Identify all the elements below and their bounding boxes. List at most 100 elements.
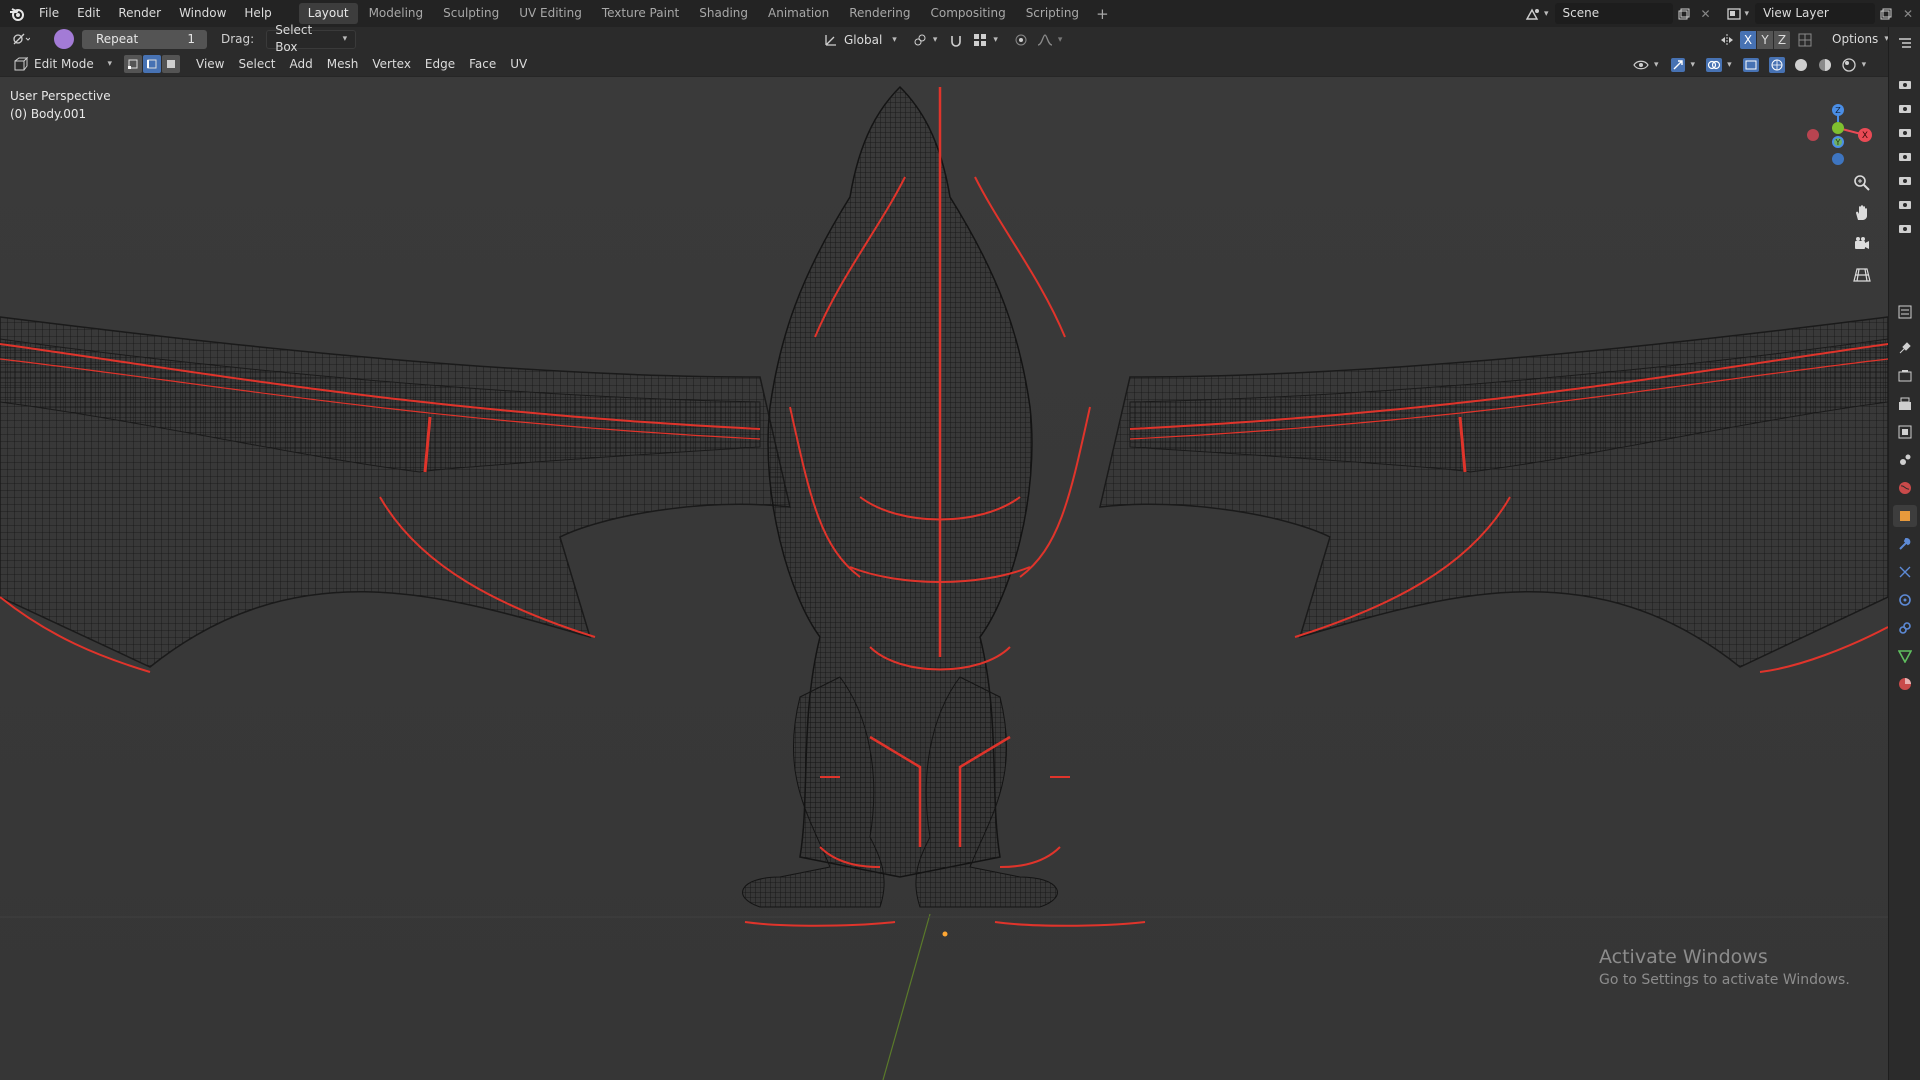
menu-file[interactable]: File: [30, 0, 68, 27]
chevron-down-icon[interactable]: ▾: [1862, 60, 1867, 70]
pan-hand-icon[interactable]: [1848, 199, 1876, 227]
menu-uv[interactable]: UV: [503, 51, 534, 77]
tab-rendering[interactable]: Rendering: [840, 3, 919, 24]
menu-edit[interactable]: Edit: [68, 0, 109, 27]
tab-sculpting[interactable]: Sculpting: [434, 3, 508, 24]
3d-viewport[interactable]: User Perspective (0) Body.001 Z X Y Acti…: [0, 77, 1888, 1080]
gizmo-toggle-icon[interactable]: [1667, 54, 1689, 75]
copy-scene-icon[interactable]: [1673, 3, 1695, 24]
gizmo-x-negative[interactable]: [1807, 129, 1819, 141]
scene-icon[interactable]: [1522, 3, 1544, 24]
topology-mirror-icon[interactable]: [1794, 29, 1816, 50]
overlays-icon[interactable]: [1703, 54, 1725, 75]
edge-select-icon[interactable]: [143, 54, 161, 73]
tab-scripting[interactable]: Scripting: [1017, 3, 1088, 24]
copy-view-layer-icon[interactable]: [1875, 3, 1897, 24]
falloff-icon[interactable]: [1034, 29, 1056, 50]
add-workspace-button[interactable]: +: [1090, 5, 1115, 23]
menu-edge[interactable]: Edge: [418, 51, 462, 77]
menu-mesh[interactable]: Mesh: [320, 51, 366, 77]
output-properties-icon[interactable]: [1893, 393, 1917, 415]
pivot-icon[interactable]: [909, 29, 931, 50]
menu-select[interactable]: Select: [231, 51, 282, 77]
camera-view-icon[interactable]: [1848, 230, 1876, 258]
blender-logo-icon[interactable]: [4, 0, 30, 27]
view-layer-icon[interactable]: [1723, 3, 1745, 24]
gizmo-y-positive[interactable]: [1832, 122, 1844, 134]
zoom-icon[interactable]: [1848, 169, 1876, 197]
face-select-icon[interactable]: [162, 54, 180, 73]
render-camera-icon-1[interactable]: [1893, 73, 1917, 95]
outliner-editor-icon[interactable]: [1893, 33, 1917, 55]
menu-face[interactable]: Face: [462, 51, 503, 77]
chevron-down-icon[interactable]: ▾: [892, 35, 897, 45]
options-dropdown[interactable]: Options ▾: [1824, 30, 1889, 49]
tab-uv-editing[interactable]: UV Editing: [510, 3, 591, 24]
material-properties-icon[interactable]: [1893, 673, 1917, 695]
constraints-properties-icon[interactable]: [1893, 617, 1917, 639]
chevron-down-icon[interactable]: ▾: [1544, 9, 1549, 19]
orientation-value[interactable]: Global: [844, 33, 882, 47]
editor-type-icon[interactable]: [10, 29, 32, 50]
tab-layout[interactable]: Layout: [298, 3, 358, 24]
drag-select-dropdown[interactable]: Select Box ▾: [266, 23, 357, 54]
perspective-toggle-icon[interactable]: [1848, 261, 1876, 289]
mirror-icon[interactable]: [1716, 29, 1738, 50]
mode-dropdown[interactable]: Edit Mode ▾: [8, 53, 118, 74]
menu-render[interactable]: Render: [109, 0, 170, 27]
xray-icon[interactable]: [1740, 54, 1762, 75]
rendered-shading-icon[interactable]: [1838, 54, 1860, 75]
render-camera-icon-6[interactable]: [1893, 193, 1917, 215]
tab-animation[interactable]: Animation: [759, 3, 838, 24]
chevron-down-icon[interactable]: ▾: [933, 35, 938, 45]
view-layer-properties-icon[interactable]: [1893, 421, 1917, 443]
tab-texture-paint[interactable]: Texture Paint: [593, 3, 688, 24]
view-layer-field[interactable]: View Layer: [1755, 3, 1876, 24]
chevron-down-icon[interactable]: ▾: [993, 35, 998, 45]
chevron-down-icon[interactable]: ▾: [1745, 9, 1750, 19]
tab-compositing[interactable]: Compositing: [921, 3, 1014, 24]
menu-add[interactable]: Add: [283, 51, 320, 77]
render-camera-icon-2[interactable]: [1893, 97, 1917, 119]
solid-shading-icon[interactable]: [1790, 54, 1812, 75]
gizmo-z-neg-dot[interactable]: [1832, 153, 1844, 165]
visibility-icon[interactable]: [1630, 54, 1652, 75]
properties-editor-icon[interactable]: [1893, 301, 1917, 323]
data-properties-icon[interactable]: [1893, 645, 1917, 667]
render-camera-icon-5[interactable]: [1893, 169, 1917, 191]
active-tool-icon[interactable]: [54, 29, 74, 49]
render-camera-icon-3[interactable]: [1893, 121, 1917, 143]
chevron-down-icon[interactable]: ▾: [1691, 60, 1696, 70]
mirror-y-toggle[interactable]: Y: [1757, 30, 1773, 49]
tab-modeling[interactable]: Modeling: [360, 3, 433, 24]
object-properties-icon[interactable]: [1892, 505, 1917, 527]
close-icon[interactable]: ✕: [1695, 3, 1717, 24]
material-shading-icon[interactable]: [1814, 54, 1836, 75]
render-camera-icon-4[interactable]: [1893, 145, 1917, 167]
vertex-select-icon[interactable]: [124, 54, 142, 73]
menu-vertex[interactable]: Vertex: [365, 51, 418, 77]
render-camera-icon-7[interactable]: [1893, 217, 1917, 239]
world-properties-icon[interactable]: [1893, 477, 1917, 499]
scene-name-field[interactable]: Scene: [1554, 3, 1673, 24]
close-icon[interactable]: ✕: [1897, 3, 1919, 24]
render-properties-icon[interactable]: [1893, 365, 1917, 387]
proportional-edit-icon[interactable]: [1010, 29, 1032, 50]
snap-grid-icon[interactable]: [969, 29, 991, 50]
scene-properties-icon[interactable]: [1893, 449, 1917, 471]
menu-help[interactable]: Help: [235, 0, 280, 27]
mirror-x-toggle[interactable]: X: [1740, 30, 1756, 49]
menu-window[interactable]: Window: [170, 0, 235, 27]
mirror-z-toggle[interactable]: Z: [1774, 30, 1790, 49]
chevron-down-icon[interactable]: ▾: [1654, 60, 1659, 70]
chevron-down-icon[interactable]: ▾: [1058, 35, 1063, 45]
repeat-button[interactable]: Repeat 1: [82, 29, 207, 49]
physics-properties-icon[interactable]: [1893, 589, 1917, 611]
orientation-icon[interactable]: [820, 29, 842, 50]
wireframe-shading-icon[interactable]: [1766, 54, 1788, 75]
particles-properties-icon[interactable]: [1893, 561, 1917, 583]
tool-settings-icon[interactable]: [1893, 337, 1917, 359]
chevron-down-icon[interactable]: ▾: [1727, 60, 1732, 70]
modifier-properties-icon[interactable]: [1893, 533, 1917, 555]
navigation-gizmo[interactable]: Z X Y: [1785, 85, 1880, 165]
